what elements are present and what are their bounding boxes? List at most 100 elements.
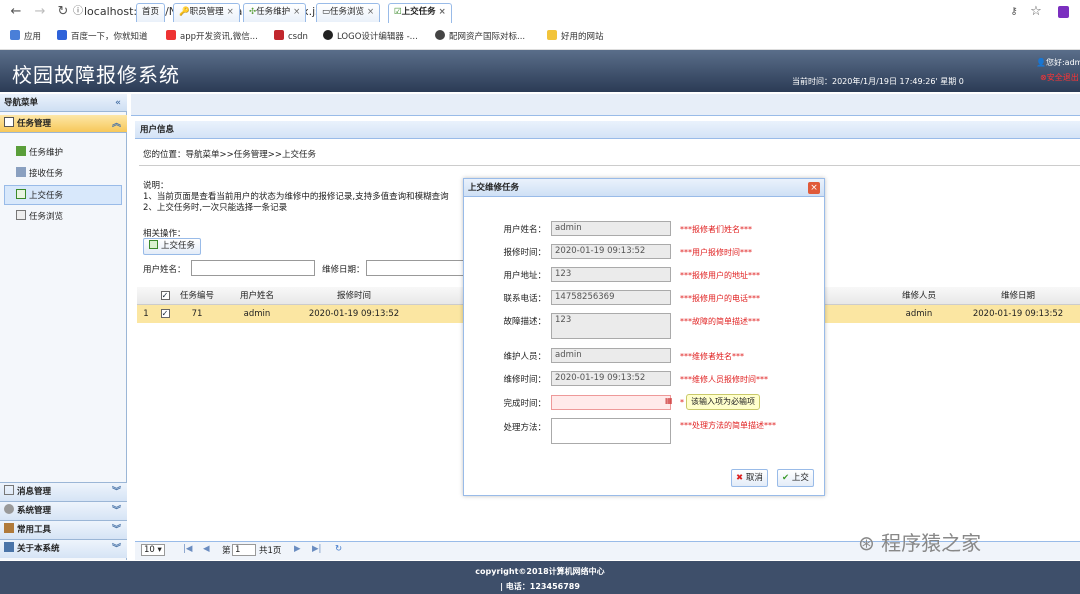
cell-report-time: 2020-01-19 09:13:52 [308,309,400,319]
search-date-input[interactable] [366,260,466,276]
field-hint-report-time: ***用户报修时间*** [680,248,752,257]
field-hint-fault: ***故障的简单描述*** [680,317,760,326]
forward-icon[interactable]: → [32,4,48,20]
refresh-icon[interactable]: ↻ [335,544,342,554]
bookmark-baidu[interactable]: 百度一下，你就知道 [57,30,148,42]
sidebar-item-task-maintain[interactable]: 任务维护 [0,143,127,163]
field-label-phone: 联系电话： [503,294,546,304]
field-maintainer-input[interactable]: admin [551,348,671,363]
submit-icon [16,189,26,199]
col-repairer[interactable]: 维修人员 [880,287,958,305]
field-hint-method: ***处理方法的简单描述*** [680,421,776,430]
app-title: 校园故障报修系统 [12,63,180,87]
field-label-user: 用户姓名： [503,225,546,235]
current-time: 当前时间：2020年/1月/19日 17:49:26' 星期 0 [792,77,964,86]
cell-task-id: 71 [191,309,203,319]
search-user-input[interactable] [191,260,315,276]
field-address-input[interactable]: 123 [551,267,671,282]
receive-icon [16,167,26,177]
first-page-icon[interactable]: |◀ [183,544,192,554]
col-task-id[interactable]: 任务编号 [174,287,220,305]
bookmark-folder[interactable]: 好用的网站 [547,30,604,42]
csdn-icon [274,30,284,40]
calendar-icon[interactable]: ▦ [665,396,673,405]
close-icon[interactable]: × [227,7,234,17]
staff-icon: 🔑 [179,7,190,17]
tab-task-maintain[interactable]: ✣任务维护 × [243,3,307,22]
reload-icon[interactable]: ↻ [55,4,71,20]
sidebar-item-receive-task[interactable]: 接收任务 [0,164,127,184]
col-user-name[interactable]: 用户姓名 [222,287,292,305]
logout-link[interactable]: ⊗安全退出 [1040,72,1079,83]
dialog-cancel-button[interactable]: ✖ 取消 [731,469,768,487]
task-group-icon [4,117,14,127]
prev-page-icon[interactable]: ◀ [203,544,210,554]
close-icon[interactable]: × [439,7,446,17]
bookmark-csdn[interactable]: csdn [274,30,308,42]
field-fault-textarea[interactable]: 123 [551,313,671,339]
close-icon[interactable]: × [293,7,300,17]
tab-bar [131,94,1080,116]
field-label-address: 用户地址： [503,271,546,281]
star-icon[interactable]: ☆ [1028,4,1044,20]
gear-icon [4,504,14,514]
select-all-checkbox[interactable]: ✓ [158,287,172,305]
close-icon[interactable]: × [367,7,374,17]
field-hint-phone: ***报修用户的电话*** [680,294,760,303]
field-hint-address: ***报修用户的地址*** [680,271,760,280]
dialog-submit-button[interactable]: ✔ 上交 [777,469,814,487]
tab-task-browse[interactable]: ▭任务浏览 × [316,3,381,22]
page-label: 第 [222,546,231,556]
field-user-input[interactable]: admin [551,221,671,236]
collapse-left-icon[interactable]: « [115,94,121,112]
baidu-paw-icon [57,30,67,40]
col-repair-date[interactable]: 维修日期 [960,287,1076,305]
submit-task-button[interactable]: 上交任务 [143,238,202,255]
sidebar-title: 导航菜单 « [0,94,127,112]
tab-submit-task[interactable]: ☑上交任务 × [388,3,452,23]
sidebar-item-submit-task[interactable]: 上交任务 [4,185,122,205]
field-finish-time-input[interactable] [551,395,671,410]
cell-repairer: admin [905,309,933,319]
bookmark-apps[interactable]: 应用 [10,30,41,42]
field-method-textarea[interactable] [551,418,671,444]
field-phone-input[interactable]: 14758256369 [551,290,671,305]
tools-icon [4,523,14,533]
next-page-icon[interactable]: ▶ [294,544,301,554]
chevron-down-icon: ︾ [111,544,121,554]
back-icon[interactable]: ← [8,4,24,20]
submit-icon: ☑ [394,7,402,17]
page-input[interactable]: 1 [232,544,256,556]
app-news-icon [166,30,176,40]
sidebar-acc-system[interactable]: 系统管理 ︾ [0,501,127,520]
sidebar-acc-message[interactable]: 消息管理 ︾ [0,482,127,501]
dialog-close-icon[interactable]: × [808,182,820,194]
chevron-down-icon: ︾ [111,506,121,516]
sidebar-group-task[interactable]: 任务管理 ︽ [0,115,127,133]
page-size-select[interactable]: 10 ▾ [141,544,165,556]
sidebar-acc-tools[interactable]: 常用工具 ︾ [0,520,127,539]
cell-user-name: admin [243,309,271,319]
key-icon[interactable]: ⚷ [1006,4,1022,20]
bookmark-app-news[interactable]: app开发资讯,微信... [166,30,258,42]
sidebar-item-browse-task[interactable]: 任务浏览 [0,207,127,227]
field-label-maintainer: 维护人员： [503,352,546,362]
bookmark-asset[interactable]: 配网资产国际对标... [435,30,525,42]
col-report-time[interactable]: 报修时间 [294,287,414,305]
field-repair-time-input[interactable]: 2020-01-19 09:13:52 [551,371,671,386]
globe-icon [435,30,445,40]
panel-title: 用户信息 [135,121,1080,139]
field-label-finish-time: 完成时间： [503,399,546,409]
dialog-title: 上交维修任务 [464,179,824,197]
required-tooltip: 该输入项为必输项 [686,394,760,410]
bookmark-logo-editor[interactable]: LOGO设计编辑器 -... [323,30,418,42]
extension-icon[interactable] [1058,6,1069,18]
row-checkbox[interactable]: ✓ [158,305,172,323]
tab-staff[interactable]: 🔑职员管理 × [173,3,240,22]
sidebar-acc-about[interactable]: 关于本系统 ︾ [0,539,127,558]
check-icon [149,240,158,249]
tab-home[interactable]: 首页 [136,3,166,22]
folder-icon [547,30,557,40]
field-report-time-input[interactable]: 2020-01-19 09:13:52 [551,244,671,259]
last-page-icon[interactable]: ▶| [312,544,321,554]
